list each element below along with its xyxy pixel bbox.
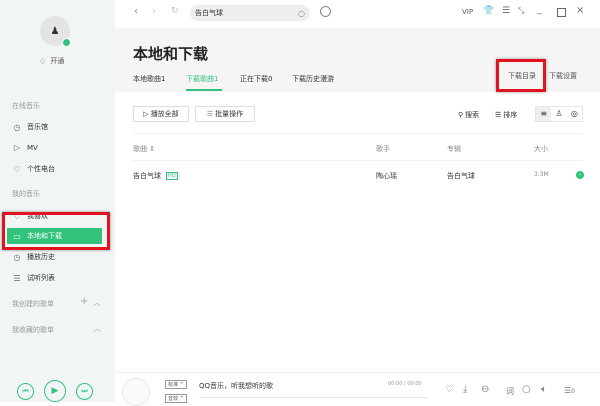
list-icon: ☰ xyxy=(206,110,214,118)
view-toggle: ≡ ♙ ◎ xyxy=(535,106,583,122)
download-settings-link[interactable]: 下载设置 xyxy=(549,71,577,81)
volume-icon[interactable]: 🔈︎ xyxy=(541,384,547,395)
menu-icon[interactable]: ☰ xyxy=(502,6,510,16)
previous-button[interactable]: ⏮ xyxy=(17,383,34,400)
progress-bar[interactable] xyxy=(199,397,427,398)
artist-view-icon[interactable]: ♙ xyxy=(551,107,566,121)
sidebar: ♟ ◇ 开通 在线音乐 ◷ 音乐馆 ▷ MV ♡ 个性电台 我的音乐 ♡ 我喜欢 ▭ 本地和… xyxy=(0,0,115,372)
mv-icon: ▷ xyxy=(13,143,21,152)
radio-icon: ♡ xyxy=(13,164,21,174)
playlist-button[interactable]: ☰0 xyxy=(564,386,575,395)
back-button[interactable]: ‹ xyxy=(134,6,138,17)
tab-download-history[interactable]: 下载历史漫游 xyxy=(292,74,334,84)
sidebar-item-radio[interactable]: ♡ 个性电台 xyxy=(12,164,55,174)
search-icon: ⚲ xyxy=(458,111,464,119)
song-title[interactable]: 告白气球 xyxy=(133,171,161,181)
playlist-icon: ☰ xyxy=(13,273,21,283)
column-header-album: 专辑 xyxy=(447,145,461,153)
minimize-button[interactable]: _ xyxy=(537,5,542,15)
sidebar-item-mv[interactable]: ▷ MV xyxy=(12,143,38,152)
active-tab-underline xyxy=(186,89,222,91)
page-title: 本地和下载 xyxy=(133,45,209,63)
sidebar-item-music-hall[interactable]: ◷ 音乐馆 xyxy=(12,122,49,132)
skin-icon[interactable]: 👕 xyxy=(483,6,494,16)
list-view-icon[interactable]: ≡ xyxy=(536,107,552,121)
sidebar-item-history[interactable]: ◷ 播放历史 xyxy=(12,252,56,262)
search-icon[interactable]: ○ xyxy=(298,9,305,18)
collected-playlists-header[interactable]: 我收藏的歌单 xyxy=(12,325,54,335)
history-clock-icon[interactable] xyxy=(320,6,331,17)
highlight-box-sidebar xyxy=(2,212,110,250)
song-artist[interactable]: 陶心瑶 xyxy=(376,171,397,181)
tab-local-songs[interactable]: 本地歌曲1 xyxy=(133,74,165,84)
open-vip-link[interactable]: ◇ 开通 xyxy=(40,56,64,66)
loop-mode-icon[interactable]: ○ xyxy=(522,384,531,395)
column-header-size: 大小 xyxy=(534,145,548,153)
album-view-icon[interactable]: ◎ xyxy=(567,107,582,121)
lyrics-button[interactable]: 词 xyxy=(506,386,514,397)
collapse-created-icon[interactable]: ︿ xyxy=(93,297,101,308)
mini-mode-icon[interactable]: ⤡ xyxy=(518,6,524,16)
music-hall-icon: ◷ xyxy=(13,122,21,132)
clock-icon: ◷ xyxy=(13,252,21,262)
sort-button[interactable]: ☰ 排序 xyxy=(495,110,517,120)
refresh-button[interactable]: ↻ xyxy=(171,6,179,16)
created-playlists-header[interactable]: 我创建的歌单 xyxy=(12,299,54,309)
maximize-button[interactable] xyxy=(557,8,566,17)
playback-time: 00:00 / 00:00 xyxy=(388,381,422,387)
downloaded-check-icon: ✓ xyxy=(576,171,584,179)
play-button[interactable]: ▶ xyxy=(44,380,66,402)
collapse-collected-icon[interactable]: ︿ xyxy=(93,323,101,334)
table-row[interactable]: 告白气球 HQ 陶心瑶 告白气球 3.3M ✓ xyxy=(133,164,585,186)
search-input[interactable]: 告白气球 ○ xyxy=(190,5,310,21)
comment-icon[interactable]: ⊖ xyxy=(481,384,489,395)
add-playlist-icon[interactable]: + xyxy=(80,296,88,307)
tab-downloading[interactable]: 正在下载0 xyxy=(240,74,272,84)
close-button[interactable]: × xyxy=(576,5,584,16)
play-all-button[interactable]: ▷ 播放全部 xyxy=(133,106,189,122)
download-icon[interactable]: ⤓ xyxy=(463,384,467,395)
vip-badge-icon xyxy=(62,38,71,47)
like-icon[interactable]: ♡ xyxy=(445,384,454,395)
song-size: 3.3M xyxy=(534,171,549,178)
next-button[interactable]: ⏭ xyxy=(76,383,93,400)
song-album[interactable]: 告白气球 xyxy=(447,171,475,181)
quality-selector[interactable]: 标准 ^ xyxy=(165,380,187,389)
column-header-song[interactable]: 歌曲 ⇕ xyxy=(133,144,155,154)
now-playing-text: QQ音乐，听我想听的歌 xyxy=(199,382,274,390)
divider xyxy=(133,160,583,161)
vip-button[interactable]: VIP xyxy=(462,8,473,16)
divider xyxy=(133,133,583,134)
highlight-box-download-dir xyxy=(496,59,546,92)
forward-button[interactable]: › xyxy=(152,6,156,17)
tab-downloaded-songs[interactable]: 下载歌曲1 xyxy=(186,74,218,84)
sidebar-item-trial-list[interactable]: ☰ 试听列表 xyxy=(12,273,55,283)
diamond-icon: ◇ xyxy=(40,57,46,65)
column-header-artist: 歌手 xyxy=(376,145,390,153)
section-online-music: 在线音乐 xyxy=(12,102,40,110)
play-icon: ▷ xyxy=(143,110,149,118)
batch-operation-button[interactable]: ☰ 批量操作 xyxy=(195,106,255,122)
quality-badge: HQ xyxy=(166,172,178,180)
local-search-button[interactable]: ⚲ 搜索 xyxy=(458,110,479,120)
sort-icon: ☰ xyxy=(495,111,502,119)
section-my-music: 我的音乐 xyxy=(12,190,40,198)
